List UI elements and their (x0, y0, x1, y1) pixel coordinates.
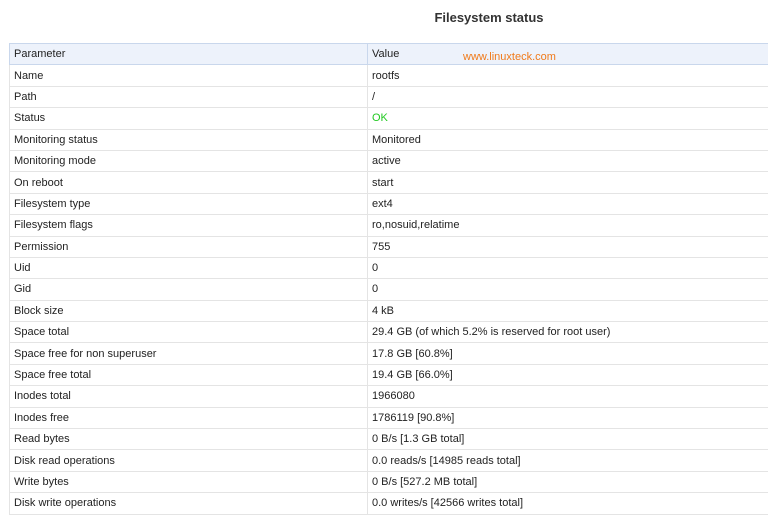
table-row: Name rootfs (10, 65, 768, 86)
table-row: Inodes total 1966080 (10, 386, 768, 407)
value-cell: rootfs (368, 65, 768, 86)
table-row: Status OK (10, 108, 768, 129)
table-row: Space free for non superuser 17.8 GB [60… (10, 343, 768, 364)
table-row: Space free total 19.4 GB [66.0%] (10, 364, 768, 385)
table-row: Disk write operations 0.0 writes/s [4256… (10, 493, 768, 514)
value-cell: 0 (368, 279, 768, 300)
parameter-cell: Status (10, 108, 368, 129)
table-row: Monitoring status Monitored (10, 129, 768, 150)
parameter-cell: Space total (10, 322, 368, 343)
table-row: Read bytes 0 B/s [1.3 GB total] (10, 429, 768, 450)
parameter-cell: Inodes free (10, 407, 368, 428)
parameter-cell: Write bytes (10, 471, 368, 492)
value-cell: 0.0 writes/s [42566 writes total] (368, 493, 768, 514)
value-cell: 0 (368, 257, 768, 278)
value-cell: start (368, 172, 768, 193)
parameter-cell: Read bytes (10, 429, 368, 450)
watermark-text: www.linuxteck.com (463, 51, 556, 63)
table-row: Space total 29.4 GB (of which 5.2% is re… (10, 322, 768, 343)
parameter-cell: Monitoring mode (10, 150, 368, 171)
table-row: Disk read operations 0.0 reads/s [14985 … (10, 450, 768, 471)
table-row: Monitoring mode active (10, 150, 768, 171)
table-row: Filesystem type ext4 (10, 193, 768, 214)
parameter-cell: Uid (10, 257, 368, 278)
parameter-cell: On reboot (10, 172, 368, 193)
value-cell: 1786119 [90.8%] (368, 407, 768, 428)
parameter-cell: Block size (10, 300, 368, 321)
table-row: Path / (10, 86, 768, 107)
value-cell: 4 kB (368, 300, 768, 321)
table-row: Block size 4 kB (10, 300, 768, 321)
table-row: Write bytes 0 B/s [527.2 MB total] (10, 471, 768, 492)
parameter-cell: Monitoring status (10, 129, 368, 150)
page-title: Filesystem status (0, 10, 768, 25)
column-header-parameter: Parameter (10, 44, 368, 65)
value-cell: 19.4 GB [66.0%] (368, 364, 768, 385)
parameter-cell: Path (10, 86, 368, 107)
table-row: Uid 0 (10, 257, 768, 278)
value-cell: ext4 (368, 193, 768, 214)
value-cell: 0 B/s [1.3 GB total] (368, 429, 768, 450)
table-row: Filesystem flags ro,nosuid,relatime (10, 215, 768, 236)
status-ok-value: OK (368, 108, 768, 129)
table-row: Gid 0 (10, 279, 768, 300)
filesystem-status-table: Parameter Value Name rootfs Path / Statu… (9, 43, 768, 515)
value-cell: 1966080 (368, 386, 768, 407)
column-header-value: Value (368, 44, 768, 65)
parameter-cell: Disk write operations (10, 493, 368, 514)
parameter-cell: Permission (10, 236, 368, 257)
value-cell: Monitored (368, 129, 768, 150)
parameter-cell: Gid (10, 279, 368, 300)
table-row: Permission 755 (10, 236, 768, 257)
parameter-cell: Space free total (10, 364, 368, 385)
table-row: Inodes free 1786119 [90.8%] (10, 407, 768, 428)
value-cell: 0 B/s [527.2 MB total] (368, 471, 768, 492)
parameter-cell: Name (10, 65, 368, 86)
value-cell: 29.4 GB (of which 5.2% is reserved for r… (368, 322, 768, 343)
value-cell: 755 (368, 236, 768, 257)
parameter-cell: Filesystem type (10, 193, 368, 214)
parameter-cell: Filesystem flags (10, 215, 368, 236)
parameter-cell: Space free for non superuser (10, 343, 368, 364)
value-cell: 17.8 GB [60.8%] (368, 343, 768, 364)
value-cell: active (368, 150, 768, 171)
value-cell: ro,nosuid,relatime (368, 215, 768, 236)
parameter-cell: Disk read operations (10, 450, 368, 471)
table-row: On reboot start (10, 172, 768, 193)
parameter-cell: Inodes total (10, 386, 368, 407)
table-header-row: Parameter Value (10, 44, 768, 65)
value-cell: 0.0 reads/s [14985 reads total] (368, 450, 768, 471)
value-cell: / (368, 86, 768, 107)
